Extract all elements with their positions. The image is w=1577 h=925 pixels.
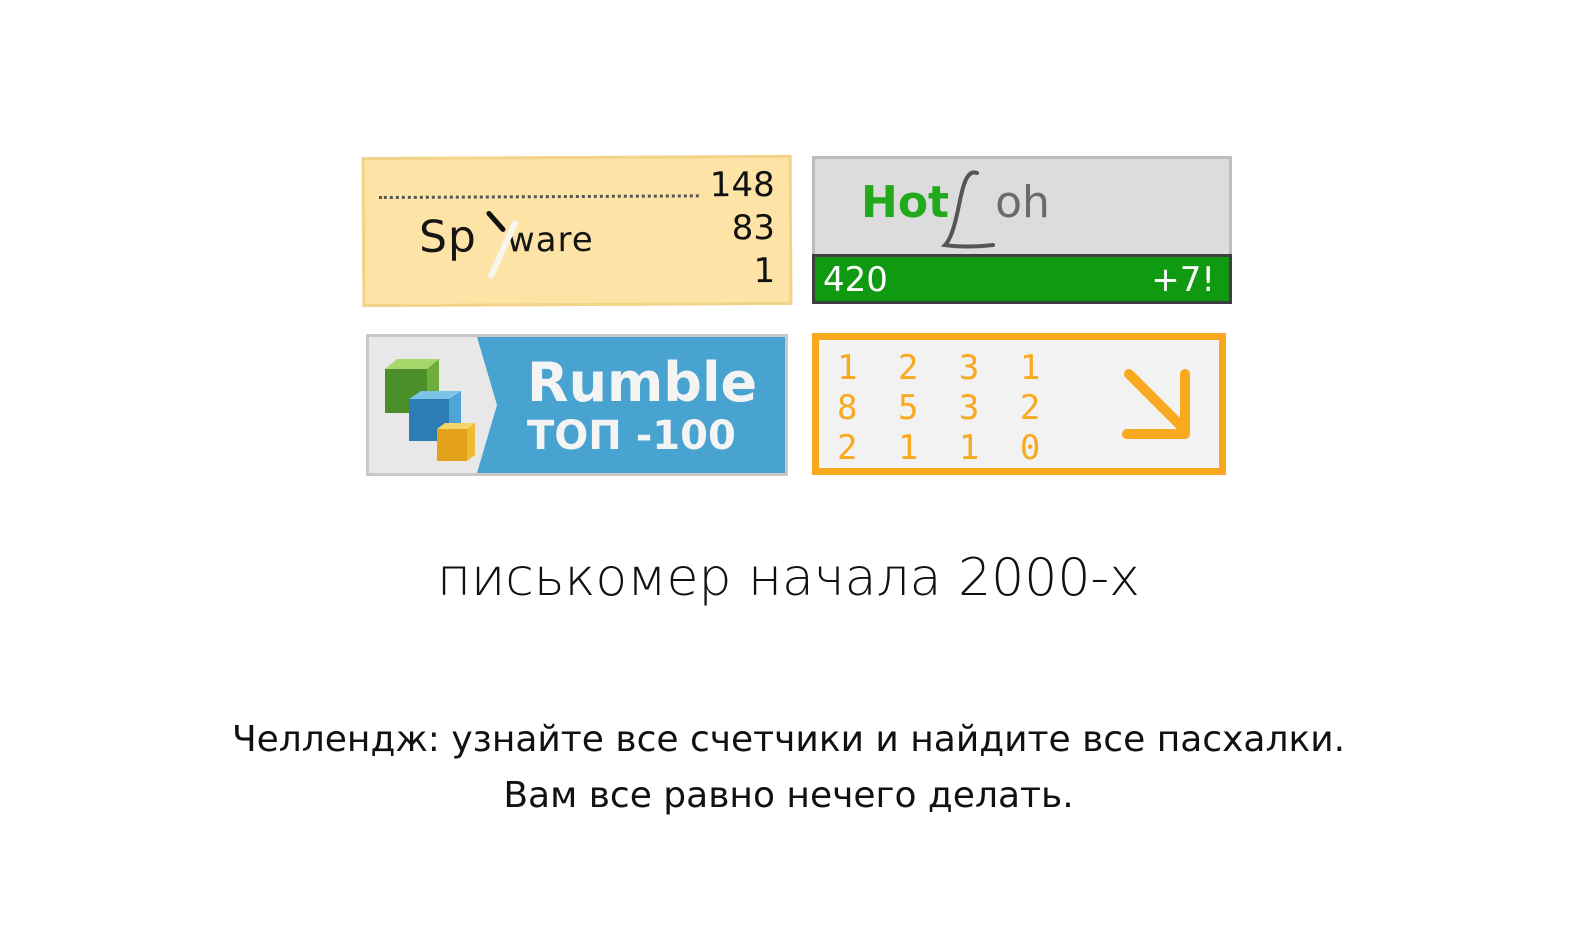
hotlog-l-icon bbox=[940, 170, 995, 249]
cubes-icon bbox=[385, 359, 475, 461]
spyware-stat-hits: 148 bbox=[709, 164, 775, 206]
arrow-down-right-icon bbox=[1122, 369, 1190, 439]
hotlog-hot: Hot bbox=[861, 177, 950, 228]
hotlog-value: 420 bbox=[823, 260, 888, 300]
dotted-divider bbox=[378, 194, 699, 200]
hotlog-counter[interactable]: Hot oh 420 +7! bbox=[812, 156, 1232, 304]
challenge-note: Челлендж: узнайте все счетчики и найдите… bbox=[0, 712, 1577, 824]
page-title: писькомер начала 2000-х bbox=[437, 548, 1140, 608]
spyware-stats: 148 83 1 bbox=[710, 164, 776, 293]
orange-row-2: 8 5 3 2 bbox=[837, 388, 1051, 428]
challenge-line-2: Вам все равно нечего делать. bbox=[503, 775, 1074, 816]
hotlog-stats-bar: 420 +7! bbox=[812, 254, 1232, 304]
spyware-y-slash-icon bbox=[486, 210, 518, 279]
rumble-subtitle: ТОП -100 bbox=[527, 413, 736, 459]
spyware-part1: Sp bbox=[418, 211, 478, 263]
challenge-line-1: Челлендж: узнайте все счетчики и найдите… bbox=[231, 719, 1346, 760]
orange-counter[interactable]: 1 2 3 1 8 5 3 2 2 1 1 0 bbox=[812, 333, 1226, 475]
rambler-top100-counter[interactable]: Rumble ТОП -100 bbox=[366, 334, 788, 476]
spyware-counter[interactable]: Sp ware 148 83 1 bbox=[361, 154, 793, 308]
spyware-stat-hosts: 83 bbox=[731, 207, 776, 249]
spyware-stat-online: 1 bbox=[753, 250, 776, 292]
rumble-title: Rumble bbox=[527, 351, 758, 414]
orange-row-1: 1 2 3 1 bbox=[837, 348, 1051, 388]
hotlog-log: oh bbox=[995, 177, 1050, 228]
orange-row-3: 2 1 1 0 bbox=[837, 428, 1051, 468]
orange-digits: 1 2 3 1 8 5 3 2 2 1 1 0 bbox=[837, 348, 1050, 468]
hotlog-delta: +7! bbox=[1151, 260, 1215, 300]
